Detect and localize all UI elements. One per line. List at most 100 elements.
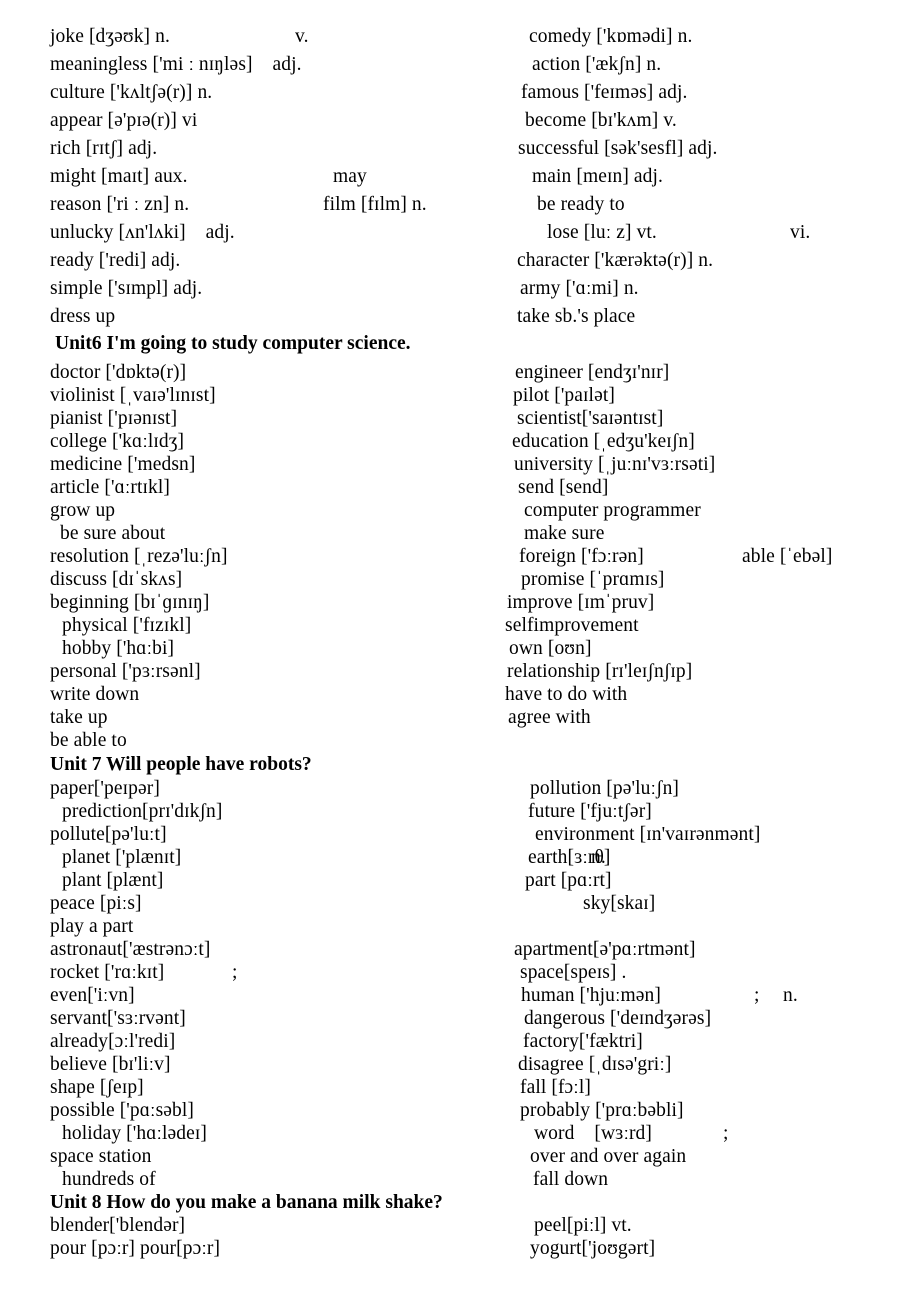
word-entry-right: factory['fæktri] — [523, 1031, 643, 1052]
word-entry-right: agree with — [508, 707, 591, 728]
word-annotation-right: n. — [783, 985, 798, 1006]
word-entry-right: sky[skaɪ] — [583, 893, 656, 914]
word-entry-left: peace [piːs] — [50, 893, 142, 914]
word-entry-right: pilot ['paɪlət] — [513, 385, 615, 406]
word-entry-left: be sure about — [60, 523, 166, 544]
word-entry-right: future ['fjuːtʃər] — [528, 801, 652, 822]
word-entry-right: become [bɪ'kʌm] v. — [525, 110, 677, 131]
word-entry-left: hobby ['hɑːbi] — [62, 638, 175, 659]
word-entry-right: character ['kærəktə(r)] n. — [517, 250, 714, 271]
word-entry-left: paper['peɪpər] — [50, 778, 160, 799]
word-entry-right: lose [luː z] vt. — [547, 222, 657, 243]
word-entry-right: part [pɑːrt] — [525, 870, 612, 891]
word-entry-left: might [maɪt] aux. — [50, 166, 188, 187]
word-entry-left: already[ɔːl'redi] — [50, 1031, 176, 1052]
word-entry-left: servant['sɜːrvənt] — [50, 1008, 186, 1029]
word-entry-right: dangerous ['deɪndʒərəs] — [524, 1008, 712, 1029]
word-entry-right: have to do with — [505, 684, 628, 705]
word-entry-right: space[speɪs] . — [520, 962, 627, 983]
word-entry-left: even['iːvn] — [50, 985, 135, 1006]
word-entry-right: yogurt['joʊgərt] — [530, 1238, 656, 1259]
word-entry-right: peel[piːl] vt. — [534, 1215, 632, 1236]
word-entry-left: believe [bɪ'liːv] — [50, 1054, 171, 1075]
word-annotation-right: n. — [591, 847, 606, 868]
unit-heading: Unit 8 How do you make a banana milk sha… — [50, 1192, 443, 1213]
word-entry-left: pianist ['pɪənɪst] — [50, 408, 178, 429]
word-entry-right: improve [ɪmˈpruv] — [507, 592, 655, 613]
word-entry-left: college ['kɑːlɪdʒ] — [50, 431, 185, 452]
word-entry-right: apartment[ə'pɑːrtmənt] — [514, 939, 696, 960]
word-entry-left: grow up — [50, 500, 116, 521]
word-entry-left: resolution [ˌrezə'luːʃn] — [50, 546, 228, 567]
word-entry-left: physical ['fɪzɪkl] — [62, 615, 192, 636]
word-annotation-misc: ; — [232, 962, 238, 983]
word-entry-left: rich [rɪtʃ] adj. — [50, 138, 158, 159]
word-entry-right: take sb.'s place — [517, 306, 636, 327]
word-entry-left: violinist [ˌvaɪə'lɪnɪst] — [50, 385, 216, 406]
word-entry-right: selfimprovement — [505, 615, 639, 636]
word-entry-left: space station — [50, 1146, 152, 1167]
word-entry-left: ready ['redi] adj. — [50, 250, 181, 271]
word-entry-right: disagree [ˌdɪsə'griː] — [518, 1054, 672, 1075]
word-entry-left: personal ['pɜːrsənl] — [50, 661, 201, 682]
word-entry-left: pollute[pə'luːt] — [50, 824, 167, 845]
word-annotation-right: vi. — [790, 222, 811, 243]
word-entry-left: simple ['sɪmpl] adj. — [50, 278, 203, 299]
word-entry-right: probably ['prɑːbəbli] — [520, 1100, 684, 1121]
word-entry-right: foreign ['fɔːrən] — [519, 546, 644, 567]
word-entry-left: beginning [bɪˈɡɪnɪŋ] — [50, 592, 210, 613]
word-entry-left: astronaut['æstrənɔːt] — [50, 939, 211, 960]
word-entry-left: take up — [50, 707, 108, 728]
word-annotation-right: ; — [754, 985, 760, 1006]
word-annotation-left: v. — [295, 26, 309, 47]
word-entry-right: promise [ˈprɑmɪs] — [521, 569, 665, 590]
word-entry-left: doctor ['dɒktə(r)] — [50, 362, 187, 383]
word-annotation-right: ; — [723, 1123, 729, 1144]
word-entry-right: environment [ɪn'vaɪrənmənt] — [535, 824, 761, 845]
word-entry-right: engineer [endʒɪ'nɪr] — [515, 362, 670, 383]
word-entry-right: send [send] — [518, 477, 609, 498]
word-entry-right: word [wɜːrd] — [534, 1123, 652, 1144]
word-entry-right: main [meɪn] adj. — [532, 166, 664, 187]
word-entry-right: famous ['feɪməs] adj. — [521, 82, 688, 103]
word-entry-left: possible ['pɑːsəbl] — [50, 1100, 194, 1121]
vocabulary-list-page: joke [dʒəʊk] n. meaningless ['mi ː nɪŋləs… — [0, 0, 920, 1302]
word-entry-left: culture ['kʌltʃə(r)] n. — [50, 82, 213, 103]
word-entry-left: appear [ə'pɪə(r)] vi — [50, 110, 198, 131]
word-annotation-left: film [fɪlm] n. — [323, 194, 427, 215]
word-entry-left: write down — [50, 684, 140, 705]
word-entry-right: own [oʊn] — [509, 638, 592, 659]
word-entry-right: computer programmer — [524, 500, 701, 521]
word-entry-right: army ['ɑːmi] n. — [520, 278, 639, 299]
word-entry-left: plant [plænt] — [62, 870, 164, 891]
word-entry-left: hundreds of — [62, 1169, 156, 1190]
word-entry-right: human ['hjuːmən] — [521, 985, 661, 1006]
word-entry-left: dress up — [50, 306, 116, 327]
word-annotation-left: may — [333, 166, 367, 187]
word-entry-left: pour [pɔːr] pour[pɔːr] — [50, 1238, 221, 1259]
word-entry-right: successful [sək'sesfl] adj. — [518, 138, 718, 159]
word-entry-right: fall [fɔːl] — [520, 1077, 591, 1098]
word-entry-right: action ['ækʃn] n. — [532, 54, 662, 75]
word-entry-left: meaningless ['mi ː nɪŋləs] adj. — [50, 54, 302, 75]
word-entry-left: article ['ɑːrtɪkl] — [50, 477, 170, 498]
word-entry-right: university [ˌjuːnɪ'vɜːrsəti] — [514, 454, 716, 475]
word-entry-left: joke [dʒəʊk] n. — [50, 26, 170, 47]
word-entry-left: prediction[prɪ'dɪkʃn] — [62, 801, 223, 822]
word-entry-right: education [ˌedʒu'keɪʃn] — [512, 431, 695, 452]
word-entry-left: holiday ['hɑːlədeɪ] — [62, 1123, 208, 1144]
word-entry-right: fall down — [533, 1169, 609, 1190]
unit-heading: Unit 7 Will people have robots? — [50, 754, 312, 775]
word-entry-left: play a part — [50, 916, 134, 937]
word-entry-left: unlucky [ʌn'lʌki] adj. — [50, 222, 235, 243]
word-entry-right: scientist['saɪəntɪst] — [517, 408, 664, 429]
word-entry-right: pollution [pə'luːʃn] — [530, 778, 680, 799]
word-entry-right: over and over again — [530, 1146, 687, 1167]
word-entry-left: rocket ['rɑːkɪt] — [50, 962, 165, 983]
word-annotation-right: able [ˈebəl] — [742, 546, 833, 567]
word-entry-left: planet ['plænɪt] — [62, 847, 182, 868]
word-entry-left: blender['blendər] — [50, 1215, 186, 1236]
word-entry-left: shape [ʃeɪp] — [50, 1077, 144, 1098]
word-entry-left: be able to — [50, 730, 127, 751]
word-entry-right: comedy ['kɒmədi] n. — [529, 26, 693, 47]
